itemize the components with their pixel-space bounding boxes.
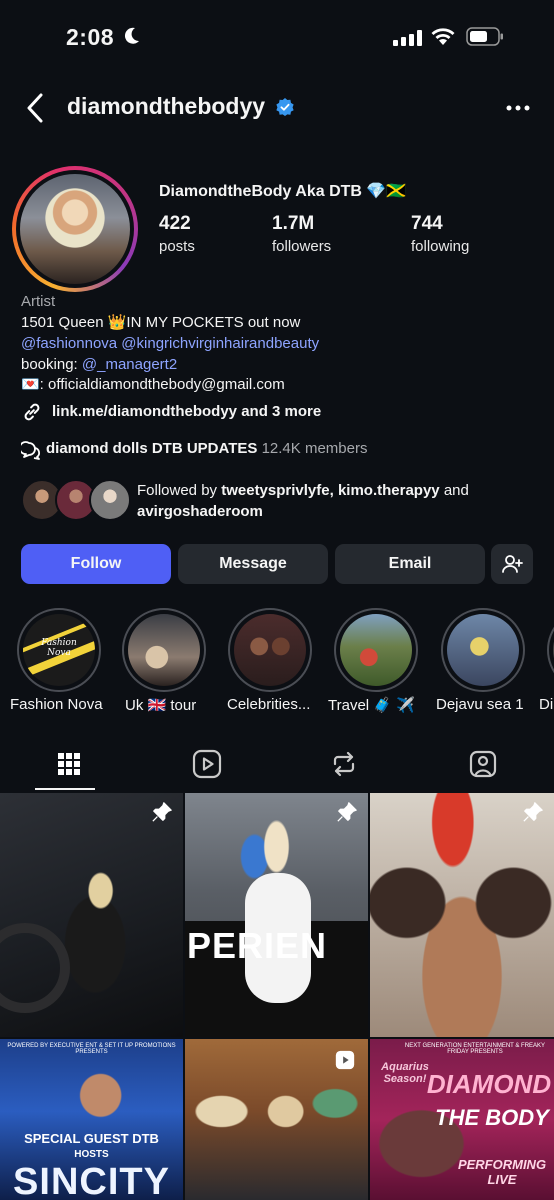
- highlight-label: Di: [539, 696, 554, 713]
- bio-email: 💌: officialdiamondthebody@gmail.com: [21, 376, 285, 393]
- posts-count: 422 posts: [159, 213, 195, 255]
- followed-by-text[interactable]: Followed by tweetysprivlyfe, kimo.therap…: [137, 480, 469, 522]
- grid-post-2[interactable]: PERIEN: [185, 793, 368, 1037]
- email-button[interactable]: Email: [335, 544, 485, 584]
- post-flyer-subtitle: THE BODY: [435, 1105, 549, 1130]
- profile-category: Artist: [21, 293, 56, 310]
- highlight-travel[interactable]: [334, 608, 418, 692]
- community-channel[interactable]: diamond dolls DTB UPDATES 12.4K members: [46, 439, 367, 459]
- header-username: diamondthebodyy: [67, 93, 266, 119]
- highlight-label: Fashion Nova: [10, 696, 103, 713]
- highlight-label: Uk 🇬🇧 tour: [125, 697, 197, 714]
- grid-post-4[interactable]: POWERED BY EXECUTIVE ENT & SET IT UP PRO…: [0, 1039, 183, 1200]
- active-tab-indicator: [35, 788, 95, 790]
- post-flyer-title: DIAMOND: [426, 1069, 552, 1099]
- highlight-label: Dejavu sea 1: [436, 696, 524, 713]
- status-bar: 2:08: [0, 0, 554, 80]
- cellular-signal-icon: [393, 30, 422, 46]
- pin-icon: [152, 802, 172, 822]
- battery-icon: [466, 27, 503, 46]
- grid-post-1[interactable]: [0, 793, 183, 1037]
- bio-booking: booking: @_managert2: [21, 356, 178, 373]
- profile-link[interactable]: link.me/diamondthebodyy and 3 more: [52, 402, 321, 422]
- community-chat-icon: [21, 441, 40, 460]
- post-flyer-header: NEXT GENERATION ENTERTAINMENT & FREAKY F…: [404, 1043, 546, 1055]
- tab-reposts[interactable]: [327, 747, 361, 781]
- post-flyer-performing: PERFORMING LIVE: [457, 1157, 547, 1187]
- tab-reels[interactable]: [190, 747, 224, 781]
- moon-icon: [124, 27, 139, 44]
- bio-line: 1501 Queen 👑IN MY POCKETS out now: [21, 314, 301, 331]
- avatar: [89, 479, 131, 521]
- post-flyer-hosts: HOSTS: [74, 1149, 109, 1160]
- message-button[interactable]: Message: [178, 544, 328, 584]
- grid-post-6[interactable]: NEXT GENERATION ENTERTAINMENT & FREAKY F…: [370, 1039, 554, 1200]
- follow-button[interactable]: Follow: [21, 544, 171, 584]
- status-time: 2:08: [66, 24, 115, 50]
- community-members: 12.4K members: [261, 440, 368, 457]
- highlight-uk-tour[interactable]: [122, 608, 206, 692]
- highlight-cover-text: Fashion Nova: [41, 638, 77, 658]
- more-options-icon[interactable]: [505, 104, 531, 112]
- repost-icon: [333, 751, 355, 777]
- link-icon: [24, 403, 40, 421]
- profile-display-name: DiamondtheBody Aka DTB 💎🇯🇲: [159, 183, 407, 200]
- pin-icon: [523, 802, 543, 822]
- grid-icon: [58, 753, 80, 775]
- following-count[interactable]: 744 following: [411, 213, 469, 255]
- verified-badge-icon: [276, 98, 294, 116]
- post-flyer-title: SINCITY: [13, 1161, 170, 1200]
- avatar-photo: [20, 174, 130, 284]
- add-person-icon: [502, 555, 523, 573]
- highlight-partial[interactable]: [547, 608, 554, 692]
- wifi-icon: [431, 28, 455, 45]
- tab-posts-grid[interactable]: [52, 747, 86, 781]
- booking-handle-link[interactable]: @_managert2: [82, 356, 177, 373]
- post-overlay-text: PERIEN: [187, 925, 328, 966]
- mutual-followers-avatars[interactable]: [21, 479, 131, 521]
- highlight-dejavu[interactable]: [441, 608, 525, 692]
- highlight-celebrities[interactable]: [228, 608, 312, 692]
- post-flyer-guest: SPECIAL GUEST DTB: [24, 1131, 159, 1146]
- pin-icon: [337, 802, 357, 822]
- grid-post-5[interactable]: [185, 1039, 368, 1200]
- followers-count[interactable]: 1.7M followers: [272, 213, 331, 255]
- profile-avatar[interactable]: [12, 166, 138, 292]
- bio-mentions[interactable]: @fashionnova @kingrichvirginhairandbeaut…: [21, 334, 319, 354]
- reels-icon: [192, 749, 222, 779]
- reels-icon: [335, 1050, 355, 1070]
- grid-post-3[interactable]: [370, 793, 554, 1037]
- tagged-person-icon: [469, 750, 497, 778]
- post-flyer-header: POWERED BY EXECUTIVE ENT & SET IT UP PRO…: [7, 1043, 176, 1055]
- highlight-label: Celebrities...: [227, 696, 311, 713]
- highlight-fashion-nova[interactable]: Fashion Nova: [17, 608, 101, 692]
- highlight-label: Travel 🧳 ✈️: [328, 697, 415, 714]
- suggested-users-button[interactable]: [491, 544, 533, 584]
- tab-tagged[interactable]: [466, 747, 500, 781]
- back-arrow-icon[interactable]: [22, 92, 48, 124]
